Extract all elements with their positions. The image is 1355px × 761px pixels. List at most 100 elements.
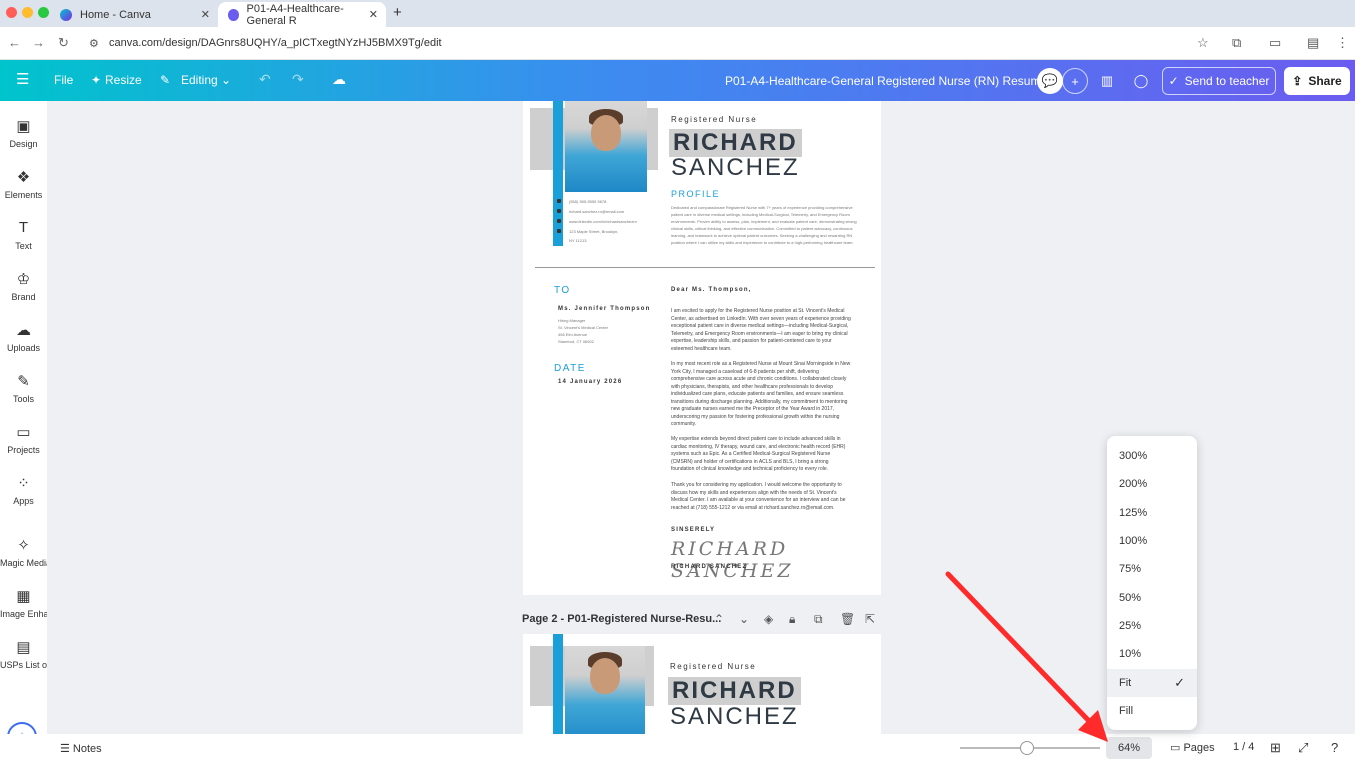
tab-title: Home - Canva [80,8,151,21]
zoom-option-200[interactable]: 200% [1107,470,1197,498]
close-tab-icon[interactable]: ✕ [201,8,210,21]
zoom-slider-handle[interactable] [1020,741,1034,755]
maximize-window-button[interactable] [38,7,49,18]
hide-page-icon[interactable]: ◈ [764,612,773,626]
zoom-option-75[interactable]: 75% [1107,555,1197,583]
resume-page-2[interactable]: Registered Nurse RICHARD SANCHEZ [523,634,881,734]
contact-city: NY 11213 [569,238,587,243]
resume-role: Registered Nurse [670,662,757,671]
zoom-option-100[interactable]: 100% [1107,527,1197,555]
minimize-window-button[interactable] [22,7,33,18]
add-page-icon[interactable]: ⇱ [865,612,875,626]
back-icon[interactable]: ← [8,35,21,50]
zoom-level-button[interactable]: 64% [1106,737,1152,759]
lock-page-icon[interactable]: 🔒︎ [789,612,795,627]
browser-tab-home[interactable]: Home - Canva ✕ [50,2,218,27]
file-menu-button[interactable]: File [54,73,73,87]
pencil-icon: ✎ [160,73,171,87]
letter-paragraph-2: In my most recent role as a Registered N… [671,361,851,427]
forward-icon[interactable]: → [32,35,45,50]
notes-icon: ☰ [60,743,73,755]
fullscreen-icon[interactable]: ⤢ [1298,740,1308,756]
tools-icon: ✎ [17,373,30,390]
zoom-option-50[interactable]: 50% [1107,584,1197,612]
move-page-up-icon[interactable]: ⌃ [714,612,724,626]
sidebar-item-magic-media[interactable]: ✧ Magic Media [0,536,47,568]
insights-icon[interactable]: ▥ [1094,68,1120,94]
zoom-option-125[interactable]: 125% [1107,499,1197,527]
resize-icon: ✦ [91,73,102,87]
sidebar-item-design[interactable]: ▣ Design [0,117,47,149]
editing-mode-button[interactable]: Editing [181,73,218,87]
accent-bar [553,101,563,246]
zoom-option-10[interactable]: 10% [1107,640,1197,668]
reload-icon[interactable]: ↻ [58,35,69,51]
close-tab-icon[interactable]: ✕ [369,8,378,21]
share-label: Share [1308,74,1342,88]
sidebar-item-projects[interactable]: ▭ Projects [0,423,47,455]
browser-tab-design[interactable]: P01-A4-Healthcare-General R ✕ [218,2,386,27]
site-settings-icon[interactable]: ⚙ [89,37,99,50]
cloud-save-icon[interactable]: ☁ [332,71,346,88]
first-name: RICHARD [668,677,801,705]
browser-tab-bar: Home - Canva ✕ P01-A4-Healthcare-General… [0,0,1355,27]
sidebar-item-text[interactable]: T Text [0,219,47,251]
add-people-icon[interactable]: + [1062,68,1088,94]
bookmark-star-icon[interactable]: ☆ [1197,35,1209,51]
contact-email: richard.sanchez.rn@email.com [569,209,625,214]
close-window-button[interactable] [6,7,17,18]
send-to-teacher-button[interactable]: ✓ Send to teacher [1162,67,1276,95]
new-tab-button[interactable]: + [393,4,402,21]
pages-icon: ▭ [1170,742,1184,754]
undo-icon[interactable]: ↶ [259,71,271,88]
to-heading: TO [554,285,571,296]
zoom-option-300[interactable]: 300% [1107,442,1197,470]
duplicate-page-icon[interactable]: ⧉ [814,612,823,627]
chat-icon[interactable]: ▤ [1307,35,1319,51]
resume-page-1[interactable]: (555) 555-5555 5678 richard.sanchez.rn@e… [523,101,881,595]
delete-page-icon[interactable]: 🗑︎ [840,612,855,626]
sidebar-item-brand[interactable]: ♔ Brand [0,270,47,302]
profile-text: Dedicated and compassionate Registered N… [671,205,857,245]
chevron-down-icon[interactable]: ⌄ [221,73,231,87]
uploads-icon: ☁ [16,322,31,339]
last-name: SANCHEZ [671,154,800,181]
sidebar-item-elements[interactable]: ❖ Elements [0,168,47,200]
pages-button[interactable]: ▭ Pages [1170,741,1215,754]
share-icon: ⇪ [1292,74,1303,88]
sidebar-item-usps-list[interactable]: ▤ USPs List of... [0,638,47,670]
text-icon: T [18,219,29,236]
zoom-option-25[interactable]: 25% [1107,612,1197,640]
zoom-option-fill[interactable]: Fill [1107,697,1197,725]
url-field[interactable]: canva.com/design/DAGnrs8UQHY/a_pICTxegtN… [109,37,442,49]
help-icon[interactable]: ? [1331,740,1338,755]
resize-button[interactable]: Resize [105,73,142,87]
recipient-line: 456 Elm Avenue [558,332,588,337]
browser-menu-icon[interactable]: ⋮ [1336,35,1349,51]
comments-avatar-icon[interactable]: 💬 [1037,68,1063,94]
canva-favicon-icon [228,8,239,21]
sidebar-item-tools[interactable]: ✎ Tools [0,372,47,404]
phone-icon [557,199,561,203]
page-2-label[interactable]: Page 2 - P01-Registered Nurse-Resu... [522,613,721,625]
signed-name: RICHARD SANCHEZ [671,564,748,570]
zoom-option-fit[interactable]: Fit ✓ [1107,669,1197,697]
cast-icon[interactable]: ▭ [1269,35,1281,51]
redo-icon[interactable]: ↷ [292,71,304,88]
grid-view-icon[interactable]: ⊞ [1270,740,1281,756]
page-count[interactable]: 1 / 4 [1233,741,1254,753]
sidebar-item-image-enhancer[interactable]: ▦ Image Enha... [0,587,47,619]
sidebar-item-uploads[interactable]: ☁ Uploads [0,321,47,353]
resume-role: Registered Nurse [671,115,758,124]
notes-button[interactable]: ☰ Notes [60,742,102,755]
document-title[interactable]: P01-A4-Healthcare-General Registered Nur… [725,74,1061,88]
comment-icon[interactable]: ◯ [1128,68,1154,94]
tab-title: P01-A4-Healthcare-General R [246,2,344,27]
move-page-down-icon[interactable]: ⌄ [739,612,749,626]
extensions-icon[interactable]: ⧉ [1232,35,1241,51]
canva-favicon-icon [60,8,72,21]
sidebar-item-apps[interactable]: ⁘ Apps [0,474,47,506]
share-button[interactable]: ⇪ Share [1284,67,1350,95]
main-menu-icon[interactable]: ☰ [16,70,29,88]
accent-bar [553,634,563,734]
